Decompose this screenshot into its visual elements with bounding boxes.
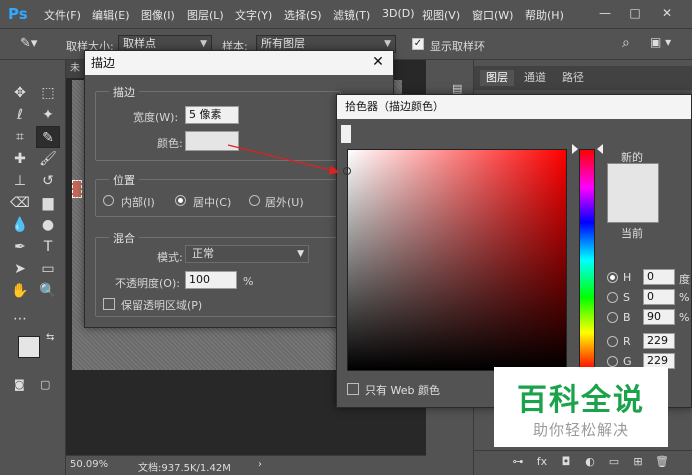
watermark-title: 百科全说 bbox=[517, 383, 645, 418]
watermark: 百科全说 助你轻松解决 bbox=[494, 367, 668, 447]
watermark-subtitle: 助你轻松解决 bbox=[532, 421, 629, 439]
